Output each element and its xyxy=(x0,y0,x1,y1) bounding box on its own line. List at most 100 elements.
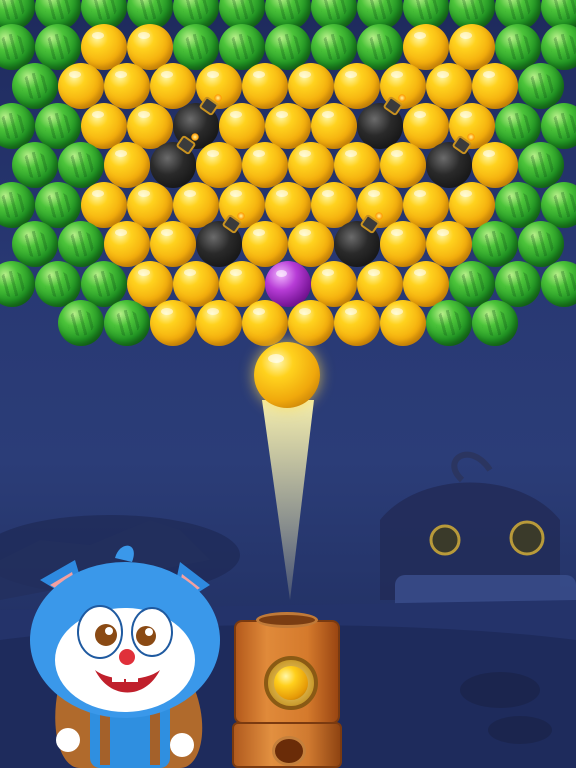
orange-bubble xyxy=(150,221,196,267)
bomb-bubble xyxy=(357,93,406,149)
orange-bubble xyxy=(449,181,495,228)
green-bubble xyxy=(81,260,127,307)
green-bubble xyxy=(541,260,576,307)
orange-bubble xyxy=(472,63,518,109)
green-bubble xyxy=(12,221,58,267)
orange-bubble xyxy=(380,142,426,188)
bomb-bubble xyxy=(196,212,245,267)
orange-bubble xyxy=(403,102,449,149)
orange-bubble xyxy=(127,23,173,70)
orange-bubble xyxy=(81,181,127,228)
orange-bubble xyxy=(219,102,265,149)
green-bubble xyxy=(518,221,564,267)
green-bubble xyxy=(541,102,576,149)
green-bubble xyxy=(12,63,58,109)
orange-bubble xyxy=(196,300,242,346)
orange-bubble xyxy=(150,63,196,109)
orange-bubble xyxy=(380,221,426,267)
game-scene[interactable] xyxy=(0,0,576,768)
cannon-base xyxy=(232,722,342,768)
green-bubble xyxy=(495,181,541,228)
orange-bubble xyxy=(242,221,288,267)
cannon-body xyxy=(234,620,340,724)
orange-bubble xyxy=(334,300,380,346)
green-bubble xyxy=(495,260,541,307)
orange-bubble xyxy=(104,221,150,267)
orange-bubble xyxy=(219,260,265,307)
green-bubble xyxy=(104,300,150,346)
orange-bubble xyxy=(265,181,311,228)
green-bubble xyxy=(311,23,357,70)
orange-bubble xyxy=(288,221,334,267)
orange-bubble xyxy=(334,63,380,109)
orange-bubble xyxy=(81,102,127,149)
bubble-board[interactable] xyxy=(0,0,576,400)
next-bubble xyxy=(254,342,320,408)
green-bubble xyxy=(58,142,104,188)
green-bubble xyxy=(495,102,541,149)
green-bubble xyxy=(35,260,81,307)
orange-bubble xyxy=(242,142,288,188)
orange-bubble xyxy=(403,260,449,307)
orange-bubble xyxy=(265,102,311,149)
bomb-bubble xyxy=(150,133,199,188)
orange-bubble xyxy=(288,63,334,109)
green-bubble xyxy=(472,221,518,267)
green-bubble xyxy=(541,23,576,70)
orange-bubble xyxy=(58,63,104,109)
cannon-window xyxy=(264,656,318,710)
green-bubble xyxy=(35,102,81,149)
orange-bubble xyxy=(242,300,288,346)
orange-bubble xyxy=(104,63,150,109)
green-bubble xyxy=(449,260,495,307)
cannon-base-hole xyxy=(272,736,306,766)
bomb-bubble xyxy=(334,212,383,267)
orange-bubble xyxy=(380,300,426,346)
orange-bubble xyxy=(403,181,449,228)
orange-bubble xyxy=(426,221,472,267)
green-bubble xyxy=(518,63,564,109)
orange-bubble xyxy=(357,260,403,307)
purple-bubble xyxy=(265,260,311,307)
orange-bubble xyxy=(403,23,449,70)
orange-bubble xyxy=(196,142,242,188)
orange-bubble xyxy=(311,102,357,149)
green-bubble xyxy=(0,260,35,307)
green-bubble xyxy=(35,181,81,228)
green-bubble xyxy=(12,142,58,188)
green-bubble xyxy=(426,300,472,346)
green-bubble xyxy=(58,221,104,267)
green-bubble xyxy=(58,300,104,346)
green-bubble xyxy=(495,23,541,70)
orange-bubble xyxy=(288,300,334,346)
aim-beam xyxy=(262,400,314,600)
orange-bubble xyxy=(472,142,518,188)
orange-bubble xyxy=(311,181,357,228)
bomb-bubble xyxy=(426,133,475,188)
orange-bubble xyxy=(81,23,127,70)
loaded-bubble xyxy=(274,666,308,700)
orange-bubble xyxy=(311,260,357,307)
cat-mascot xyxy=(30,545,220,768)
green-bubble xyxy=(35,23,81,70)
orange-bubble xyxy=(242,63,288,109)
green-bubble xyxy=(357,23,403,70)
orange-bubble xyxy=(449,23,495,70)
green-bubble xyxy=(219,23,265,70)
orange-bubble xyxy=(334,142,380,188)
green-bubble xyxy=(472,300,518,346)
orange-bubble xyxy=(288,142,334,188)
orange-bubble xyxy=(127,260,173,307)
orange-bubble xyxy=(127,102,173,149)
orange-bubble xyxy=(104,142,150,188)
green-bubble xyxy=(541,181,576,228)
green-bubble xyxy=(265,23,311,70)
orange-bubble xyxy=(173,260,219,307)
orange-bubble xyxy=(426,63,472,109)
orange-bubble xyxy=(173,181,219,228)
cannon-muzzle xyxy=(256,612,318,628)
bubble-cannon[interactable] xyxy=(232,612,342,768)
orange-bubble xyxy=(127,181,173,228)
orange-bubble xyxy=(150,300,196,346)
green-bubble xyxy=(518,142,564,188)
